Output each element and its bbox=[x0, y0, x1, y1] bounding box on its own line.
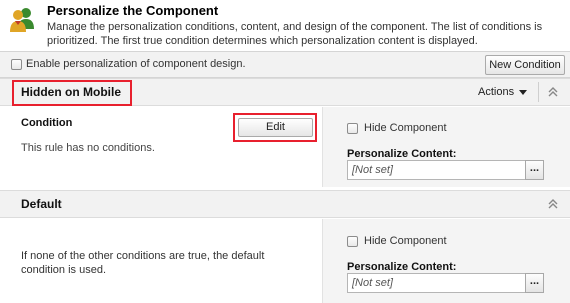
actions-menu[interactable]: Actions bbox=[478, 86, 528, 98]
browse-button[interactable]: ... bbox=[525, 160, 544, 180]
actions-label: Actions bbox=[478, 86, 515, 98]
caret-down-icon bbox=[519, 89, 528, 95]
collapse-chevron-icon[interactable] bbox=[548, 87, 558, 97]
page-description: Manage the personalization conditions, c… bbox=[47, 21, 543, 47]
enable-design-checkbox[interactable] bbox=[11, 59, 22, 70]
divider bbox=[538, 82, 539, 102]
hide-component-checkbox[interactable] bbox=[347, 235, 358, 247]
enable-design-label: Enable personalization of component desi… bbox=[26, 58, 246, 70]
default-description: If none of the other conditions are true… bbox=[21, 250, 265, 276]
rule-title: Default bbox=[21, 197, 62, 211]
dialog-header: Personalize the Component Manage the per… bbox=[0, 0, 570, 50]
rule-header-default[interactable]: Default bbox=[0, 190, 570, 218]
personalize-content-field[interactable]: [Not set] bbox=[347, 273, 526, 293]
users-icon bbox=[10, 8, 34, 32]
highlight-box-title bbox=[12, 80, 132, 106]
highlight-box-edit bbox=[233, 113, 317, 142]
page-title: Personalize the Component bbox=[47, 3, 219, 18]
new-condition-button[interactable]: New Condition bbox=[485, 55, 565, 75]
condition-heading: Condition bbox=[21, 117, 73, 129]
personalize-content-label: Personalize Content: bbox=[347, 148, 457, 160]
collapse-chevron-icon[interactable] bbox=[548, 199, 558, 209]
condition-text: This rule has no conditions. bbox=[21, 142, 155, 154]
hide-component-row[interactable]: Hide Component bbox=[347, 122, 447, 134]
personalize-content-field[interactable]: [Not set] bbox=[347, 160, 526, 180]
toolbar: Enable personalization of component desi… bbox=[0, 51, 570, 78]
browse-button[interactable]: ... bbox=[525, 273, 544, 293]
hide-component-label: Hide Component bbox=[364, 122, 447, 134]
personalize-content-label: Personalize Content: bbox=[347, 261, 457, 273]
hide-component-row[interactable]: Hide Component bbox=[347, 235, 447, 247]
hide-component-checkbox[interactable] bbox=[347, 122, 358, 134]
hide-component-label: Hide Component bbox=[364, 235, 447, 247]
